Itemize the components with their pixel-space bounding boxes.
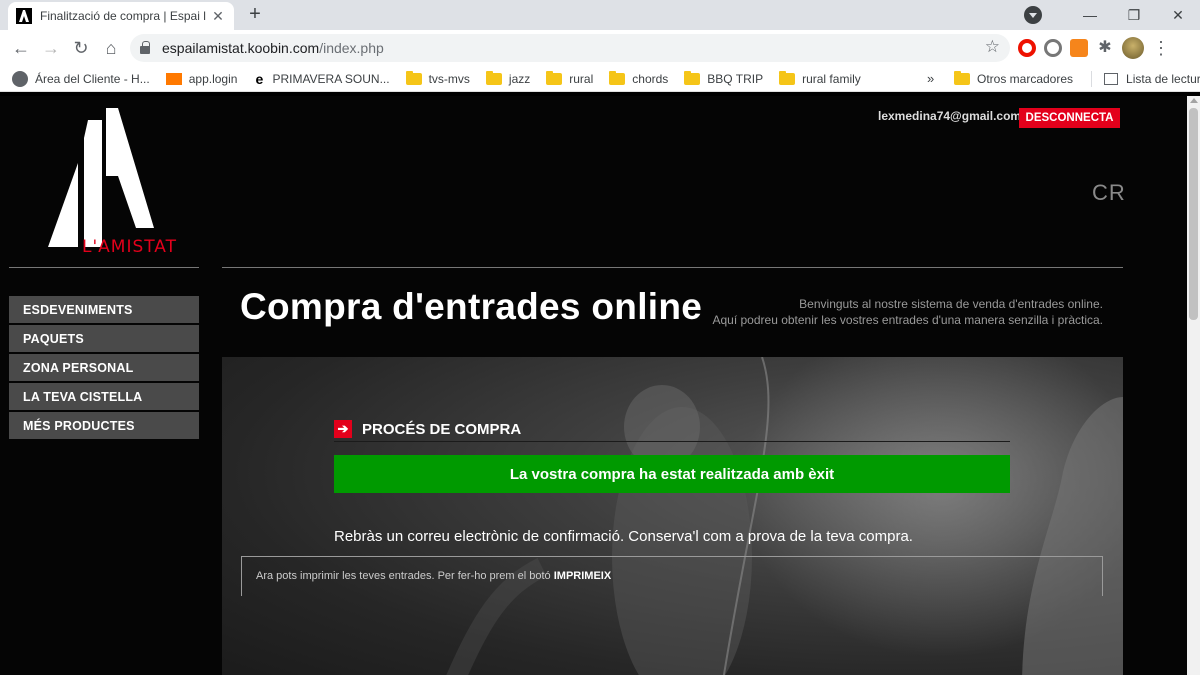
extensions-puzzle-icon[interactable]: ✱ (1096, 39, 1114, 57)
minimize-button[interactable]: — (1068, 0, 1112, 30)
bookmark-item[interactable]: e PRIMAVERA SOUN... (253, 70, 390, 87)
back-icon[interactable]: ← (6, 33, 36, 63)
divider (222, 267, 1123, 268)
folder-icon (609, 70, 626, 85)
amistat-logo-mark-icon (48, 108, 154, 247)
confirmation-text: Rebràs un correu electrònic de confirmac… (334, 528, 913, 545)
print-button-text: IMPRIMEIX (553, 570, 612, 582)
scrollbar-thumb[interactable] (1189, 108, 1198, 320)
folder-icon (546, 70, 563, 85)
lock-icon[interactable] (140, 41, 150, 54)
bookmark-folder[interactable]: chords (609, 70, 668, 86)
orange-square-icon (165, 72, 182, 85)
browser-toolbar: ← → ↻ ⌂ espailamistat.koobin.com/index.p… (0, 30, 1200, 66)
metamask-extension-icon[interactable] (1070, 39, 1088, 57)
logout-button[interactable]: DESCONNECTA (1019, 108, 1120, 128)
browser-menu-icon[interactable]: ⋮ (1152, 39, 1170, 57)
browser-tab[interactable]: Finalització de compra | Espai l'A ✕ (8, 2, 234, 30)
profile-avatar[interactable] (1122, 37, 1144, 59)
concert-background-image (446, 357, 1123, 675)
print-instructions: Ara pots imprimir les teves entrades. Pe… (256, 570, 612, 582)
reading-list-button[interactable]: Lista de lectura (1104, 72, 1200, 86)
bookmark-folder[interactable]: rural (546, 70, 593, 86)
reading-list-icon (1104, 73, 1119, 85)
nav-item-events[interactable]: ESDEVENIMENTS (9, 296, 199, 323)
close-tab-icon[interactable]: ✕ (210, 8, 226, 25)
divider (9, 267, 199, 268)
language-selector[interactable]: CR (1092, 180, 1126, 206)
amistat-logo[interactable] (40, 108, 170, 253)
nav-item-cart[interactable]: LA TEVA CISTELLA (9, 383, 199, 410)
reload-icon[interactable]: ↻ (66, 33, 96, 63)
other-bookmarks-folder[interactable]: Otros marcadores (954, 71, 1073, 86)
folder-icon (485, 70, 502, 85)
more-bookmarks-chevron-icon[interactable]: » (927, 71, 934, 86)
arrow-right-icon: ➔ (334, 420, 352, 438)
folder-icon (405, 70, 422, 85)
address-bar[interactable]: espailamistat.koobin.com/index.php ☆ (130, 34, 1010, 62)
folder-icon (684, 70, 701, 85)
e-logo-icon: e (255, 70, 264, 87)
forward-icon[interactable]: → (36, 33, 66, 63)
tab-strip: Finalització de compra | Espai l'A ✕ + —… (0, 0, 1200, 30)
close-window-button[interactable]: ✕ (1156, 0, 1200, 30)
nav-item-personal-area[interactable]: ZONA PERSONAL (9, 354, 199, 381)
new-tab-button[interactable]: + (244, 4, 266, 26)
page-scrollbar[interactable] (1187, 96, 1200, 675)
bookmark-folder[interactable]: BBQ TRIP (684, 70, 763, 86)
bookmarks-divider (1091, 71, 1093, 87)
tab-title: Finalització de compra | Espai l'A (40, 9, 206, 23)
purchase-panel: ➔ PROCÉS DE COMPRA La vostra compra ha e… (222, 357, 1123, 675)
home-icon[interactable]: ⌂ (96, 33, 126, 63)
site-favicon-icon (16, 8, 32, 24)
tab-search-icon[interactable] (1024, 6, 1042, 24)
bookmark-folder[interactable]: tvs-mvs (405, 70, 470, 86)
bookmark-item[interactable]: app.login (165, 72, 237, 86)
bookmark-folder[interactable]: rural family (779, 70, 861, 86)
print-tickets-box: Ara pots imprimir les teves entrades. Pe… (241, 556, 1103, 596)
section-header: ➔ PROCÉS DE COMPRA (334, 417, 1010, 442)
bookmark-folder[interactable]: jazz (485, 70, 530, 86)
folder-icon (954, 71, 970, 85)
success-banner: La vostra compra ha estat realitzada amb… (334, 455, 1010, 493)
nav-item-packages[interactable]: PAQUETS (9, 325, 199, 352)
maximize-button[interactable]: ❐ (1112, 0, 1156, 30)
globe-icon (12, 70, 28, 87)
page-title: Compra d'entrades online (240, 286, 703, 327)
bookmark-star-icon[interactable]: ☆ (985, 37, 1000, 57)
opera-extension-icon[interactable] (1018, 39, 1036, 57)
logo-text: L'AMISTAT (82, 237, 178, 257)
welcome-text: Benvinguts al nostre sistema de venda d'… (712, 297, 1103, 327)
bookmarks-bar: Área del Cliente - H... app.login e PRIM… (0, 66, 1200, 92)
scroll-up-arrow-icon[interactable] (1190, 98, 1198, 103)
nav-item-more-products[interactable]: MÉS PRODUCTES (9, 412, 199, 439)
user-email: lexmedina74@gmail.com (878, 109, 1022, 123)
circle-extension-icon[interactable] (1044, 39, 1062, 57)
url-text: espailamistat.koobin.com/index.php (162, 40, 384, 56)
folder-icon (779, 70, 796, 85)
side-navigation: ESDEVENIMENTS PAQUETS ZONA PERSONAL LA T… (9, 296, 199, 441)
section-title: PROCÉS DE COMPRA (362, 420, 522, 438)
bookmark-item[interactable]: Área del Cliente - H... (12, 70, 150, 87)
